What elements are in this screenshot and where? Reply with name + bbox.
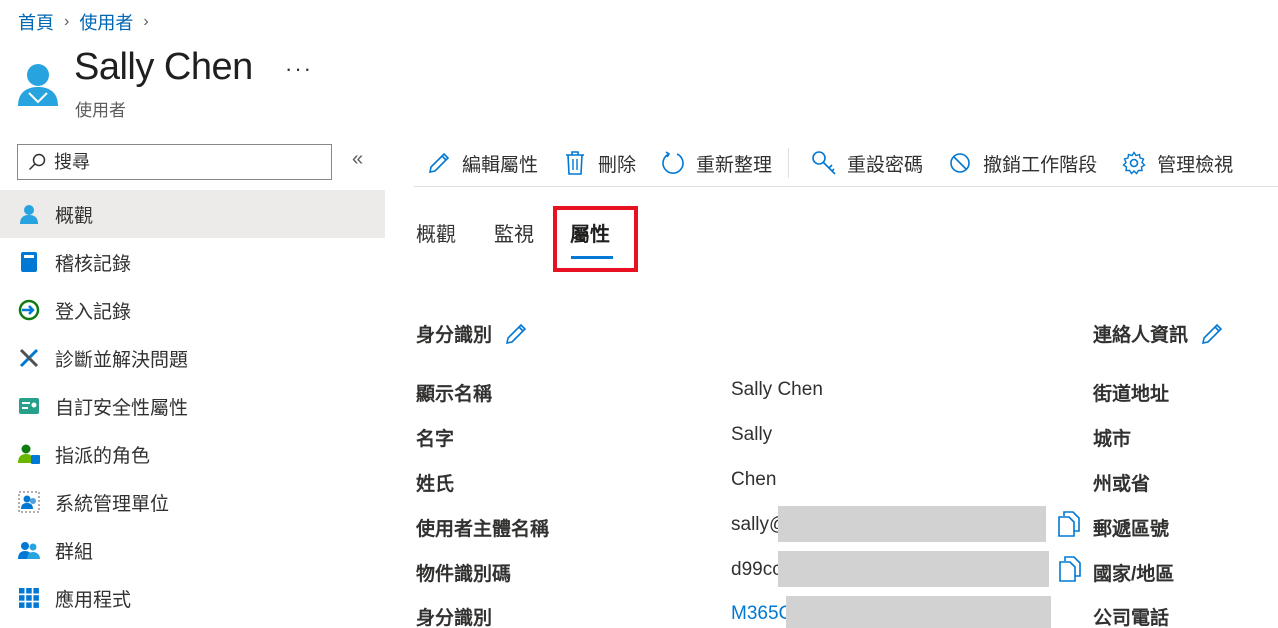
sidebar-item-admin-units[interactable]: 系統管理單位 [0, 478, 385, 526]
collapse-sidebar-button[interactable]: « [352, 148, 363, 171]
state-label: 州或省 [1093, 474, 1151, 495]
revoke-sessions-button[interactable]: 撤銷工作階段 [947, 150, 1097, 177]
sidebar-item-groups[interactable]: 群組 [0, 526, 385, 574]
sidebar-nav: 概觀 稽核記錄 登入記錄 診斷並解決問題 自訂安全性屬性 指派的角色 系統管理單… [0, 190, 385, 622]
user-avatar-icon [18, 64, 58, 106]
groups-icon [18, 539, 40, 561]
identity-title-text: 身分識別 [416, 325, 493, 346]
refresh-label: 重新整理 [696, 154, 773, 176]
edit-identity-button[interactable] [504, 322, 528, 346]
object-id-label: 物件識別碼 [416, 564, 512, 585]
apps-grid-icon [18, 587, 40, 609]
reset-password-button[interactable]: 重設密碼 [811, 150, 923, 177]
city-label: 城市 [1093, 429, 1132, 450]
identities-link[interactable]: M365C [731, 603, 792, 625]
business-phone-label: 公司電話 [1093, 608, 1170, 628]
sidebar-item-label: 診斷並解決問題 [55, 349, 189, 371]
postal-code-label: 郵遞區號 [1093, 519, 1170, 540]
sidebar-item-label: 登入記錄 [55, 301, 132, 323]
chevron-right-icon: › [64, 13, 70, 30]
sidebar-item-label: 指派的角色 [55, 445, 151, 467]
gear-icon [1121, 150, 1147, 176]
first-name-label: 名字 [416, 429, 455, 450]
reset-password-label: 重設密碼 [847, 154, 924, 176]
redacted-block [778, 551, 1049, 587]
toolbar-separator [788, 148, 790, 178]
sidebar-item-label: 群組 [55, 541, 94, 563]
display-name-value: Sally Chen [731, 379, 823, 400]
page-subtitle: 使用者 [75, 101, 126, 120]
search-icon [28, 153, 46, 171]
tab-monitoring[interactable]: 監視 [494, 218, 534, 247]
last-name-value: Chen [731, 469, 777, 490]
sidebar-item-sign-in-logs[interactable]: 登入記錄 [0, 286, 385, 334]
key-icon [811, 150, 837, 176]
breadcrumb: 首頁 › 使用者 › [18, 9, 159, 35]
trash-icon [562, 150, 588, 176]
upn-label: 使用者主體名稱 [416, 519, 550, 540]
manage-view-label: 管理檢視 [1157, 154, 1234, 176]
roles-icon [18, 443, 40, 465]
display-name-label: 顯示名稱 [416, 384, 493, 405]
redacted-block [778, 506, 1046, 542]
delete-button[interactable]: 刪除 [562, 150, 636, 177]
edit-properties-label: 編輯屬性 [462, 154, 539, 176]
sidebar-item-audit-logs[interactable]: 稽核記錄 [0, 238, 385, 286]
highlight-box [553, 206, 638, 272]
search-input[interactable] [54, 151, 314, 173]
pencil-icon [426, 150, 452, 176]
sidebar-item-label: 概觀 [55, 205, 94, 227]
sidebar-item-label: 系統管理單位 [55, 493, 170, 515]
contact-title-text: 連絡人資訊 [1093, 325, 1189, 346]
breadcrumb-home-link[interactable]: 首頁 [18, 9, 54, 35]
pencil-icon [1201, 323, 1223, 344]
page-title: Sally Chen [74, 46, 253, 88]
pencil-icon [505, 323, 527, 344]
search-box[interactable] [17, 144, 332, 180]
redacted-block [786, 596, 1051, 628]
identities-label: 身分識別 [416, 608, 493, 628]
audit-log-icon [18, 251, 40, 273]
sidebar-item-label: 應用程式 [55, 589, 132, 611]
sidebar-item-diagnose[interactable]: 診斷並解決問題 [0, 334, 385, 382]
edit-contact-button[interactable] [1200, 322, 1224, 346]
contact-section-title: 連絡人資訊 [1093, 320, 1224, 347]
copy-icon[interactable] [1058, 556, 1082, 582]
delete-label: 刪除 [598, 154, 637, 176]
street-address-label: 街道地址 [1093, 384, 1170, 405]
sidebar-item-assigned-roles[interactable]: 指派的角色 [0, 430, 385, 478]
breadcrumb-users-link[interactable]: 使用者 [79, 9, 133, 35]
sidebar-item-label: 稽核記錄 [55, 253, 132, 275]
chevron-right-icon: › [143, 13, 149, 30]
sidebar-item-custom-security-attributes[interactable]: 自訂安全性屬性 [0, 382, 385, 430]
copy-icon[interactable] [1057, 511, 1081, 537]
security-attributes-icon [18, 395, 40, 417]
first-name-value: Sally [731, 424, 773, 445]
manage-view-button[interactable]: 管理檢視 [1121, 150, 1233, 177]
tab-overview[interactable]: 概觀 [416, 218, 456, 247]
last-name-label: 姓氏 [416, 474, 455, 495]
sign-in-icon [18, 299, 40, 321]
edit-properties-button[interactable]: 編輯屬性 [426, 150, 538, 177]
object-id-value: d99cc [731, 559, 782, 580]
sidebar-item-overview[interactable]: 概觀 [0, 190, 385, 238]
user-icon [18, 203, 40, 225]
admin-units-icon [18, 491, 40, 513]
revoke-sessions-label: 撤銷工作階段 [983, 154, 1098, 176]
more-options-button[interactable]: ··· [285, 56, 313, 82]
refresh-icon [660, 150, 686, 176]
sidebar-item-applications[interactable]: 應用程式 [0, 574, 385, 622]
country-label: 國家/地區 [1093, 564, 1175, 585]
block-icon [947, 150, 973, 176]
identity-section-title: 身分識別 [416, 320, 528, 347]
refresh-button[interactable]: 重新整理 [660, 150, 772, 177]
sidebar-item-label: 自訂安全性屬性 [55, 397, 189, 419]
tools-icon [18, 347, 40, 369]
command-bar: 編輯屬性 刪除 重新整理 重設密碼 撤銷工作階段 管理檢視 [414, 140, 1278, 187]
